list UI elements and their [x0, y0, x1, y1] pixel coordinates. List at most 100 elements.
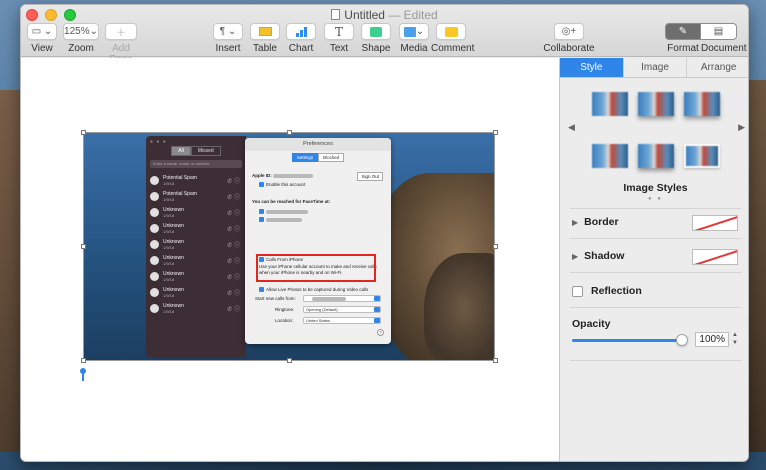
document-label: Document [701, 43, 747, 54]
coastline-rock [424, 253, 494, 360]
tab-style[interactable]: Style [560, 58, 623, 77]
shape-button[interactable] [361, 23, 391, 40]
reflection-checkbox[interactable] [572, 285, 583, 297]
zoom-tool[interactable]: 125% ⌄ Zoom [63, 23, 99, 54]
collaborate-tool[interactable]: ◎+ Collaborate [541, 23, 597, 54]
insert-label: Insert [215, 43, 241, 54]
paragraph-icon: ¶ ⌄ [219, 26, 237, 37]
image-style-4[interactable] [592, 144, 628, 168]
comment-icon [444, 26, 458, 37]
call-text: Unknown 1/9/18 [163, 239, 184, 250]
shadow-row[interactable]: ▶ Shadow [572, 250, 624, 262]
image-style-2[interactable] [638, 92, 674, 116]
resize-handle-top-right[interactable] [493, 130, 498, 135]
view-button[interactable]: ▭ ⌄ [27, 23, 57, 40]
caller-name: Unknown [163, 206, 184, 213]
opacity-stepper[interactable]: ▲ ▼ [731, 331, 739, 348]
caller-name: Potential Spam [163, 190, 197, 197]
insert-button[interactable]: ¶ ⌄ [213, 23, 243, 40]
chart-label: Chart [288, 43, 314, 54]
address-checkbox-2 [259, 217, 264, 222]
facetime-filter: All Missed [171, 146, 221, 156]
image-style-3[interactable] [684, 92, 720, 116]
address-redacted-1 [266, 210, 308, 214]
document-canvas[interactable]: ● ● ● All Missed Enter a name, email, or… [21, 58, 559, 461]
resize-handle-left[interactable] [81, 244, 86, 249]
border-color-well[interactable] [692, 215, 738, 231]
text-tool[interactable]: T Text [323, 23, 355, 54]
media-label: Media [400, 43, 428, 54]
tab-image[interactable]: Image [622, 58, 687, 77]
format-button[interactable]: ✎ [665, 23, 701, 40]
shadow-color-well[interactable] [692, 249, 738, 265]
table-tool[interactable]: Table [249, 23, 281, 54]
table-button[interactable] [250, 23, 280, 40]
call-list-item: Unknown 1/9/18 ✆ ⓘ [146, 236, 246, 252]
caller-name: Unknown [163, 238, 184, 245]
call-list-item: Unknown 1/9/18 ✆ ⓘ [146, 220, 246, 236]
resize-handle-bottom-left[interactable] [81, 358, 86, 363]
resize-handle-bottom-right[interactable] [493, 358, 498, 363]
insert-tool[interactable]: ¶ ⌄ Insert [211, 23, 245, 54]
opacity-slider[interactable] [572, 339, 682, 342]
call-text: Unknown 1/9/18 [163, 271, 184, 282]
call-date: 1/9/18 [163, 212, 175, 218]
avatar [150, 271, 159, 281]
resize-handle-bottom[interactable] [287, 358, 292, 363]
call-text: Unknown 1/9/18 [163, 207, 184, 218]
sidebar-toggle-icon: ▭ ⌄ [31, 26, 53, 37]
filter-all: All [171, 146, 191, 156]
opacity-slider-knob[interactable] [676, 334, 688, 346]
image-style-1[interactable] [592, 92, 628, 116]
zoom-select[interactable]: 125% ⌄ [63, 23, 99, 40]
inspector-labels: Format Document [665, 43, 747, 54]
table-label: Table [253, 43, 277, 54]
comment-tool[interactable]: Comment [431, 23, 474, 54]
text-button[interactable]: T [324, 23, 354, 40]
reflection-row[interactable]: Reflection [572, 285, 642, 297]
help-icon: ? [377, 329, 384, 336]
media-button[interactable]: ⌄ [399, 23, 429, 40]
border-row[interactable]: ▶ Border [572, 216, 619, 228]
tab-arrange[interactable]: Arrange [686, 58, 748, 77]
live-photos-checkbox [259, 287, 264, 292]
resize-handle-top[interactable] [287, 130, 292, 135]
view-label: View [31, 43, 53, 54]
text-insertion-point[interactable] [80, 368, 86, 381]
avatar [150, 207, 159, 217]
next-styles-icon[interactable]: ▶ [738, 122, 745, 133]
call-list-item: Unknown 1/9/18 ✆ ⓘ [146, 204, 246, 220]
filter-missed: Missed [190, 146, 221, 156]
zoom-value: 125% [64, 26, 90, 37]
resize-handle-top-left[interactable] [81, 130, 86, 135]
collaborate-label: Collaborate [543, 43, 595, 54]
live-photos-label: Allow Live Photos to be captured during … [266, 287, 369, 292]
previous-styles-icon[interactable]: ◀ [568, 122, 575, 133]
comment-button[interactable] [436, 23, 466, 40]
chevron-down-icon: ⌄ [89, 26, 98, 37]
selected-image[interactable]: ● ● ● All Missed Enter a name, email, or… [83, 132, 495, 361]
collaborate-button[interactable]: ◎+ [554, 23, 584, 40]
shape-label: Shape [361, 43, 391, 54]
resize-handle-right[interactable] [493, 244, 498, 249]
edited-status: — Edited [388, 8, 438, 22]
opacity-input[interactable]: 100% [695, 332, 729, 347]
opacity-row: Opacity [572, 318, 611, 330]
text-label: Text [329, 43, 349, 54]
chart-tool[interactable]: Chart [285, 23, 317, 54]
chevron-down-icon: ⌄ [415, 26, 425, 37]
facetime-window-controls: ● ● ● [150, 139, 167, 145]
shape-tool[interactable]: Shape [359, 23, 393, 54]
ringtone-label: Ringtone: [275, 307, 295, 312]
view-tool[interactable]: ▭ ⌄ View [25, 23, 59, 54]
image-style-6[interactable] [684, 144, 720, 168]
opacity-label: Opacity [572, 318, 611, 330]
call-list-item: Unknown 1/9/18 ✆ ⓘ [146, 268, 246, 284]
media-tool[interactable]: ⌄ Media [397, 23, 431, 54]
caller-name: Potential Spam [163, 174, 197, 181]
add-page-button[interactable]: ＋ [105, 23, 137, 40]
chart-button[interactable] [286, 23, 316, 40]
image-style-5[interactable] [638, 144, 674, 168]
document-button[interactable]: ▤ [701, 23, 737, 40]
window-title: Untitled — Edited [21, 8, 748, 22]
